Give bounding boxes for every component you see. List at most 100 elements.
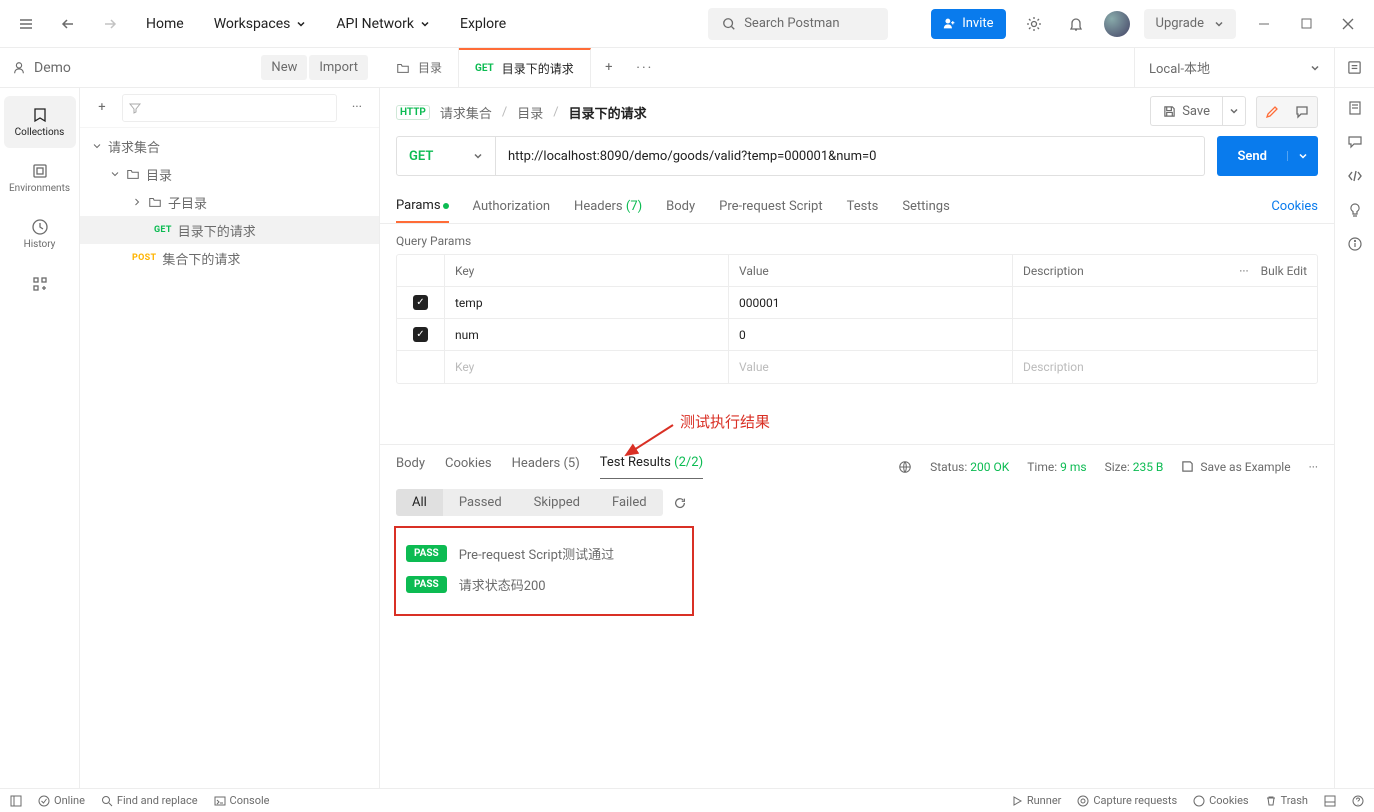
col-value: Value <box>729 255 1013 286</box>
tab-body[interactable]: Body <box>666 191 695 222</box>
environment-select[interactable]: Local-本地 <box>1134 48 1334 87</box>
send-dropdown[interactable] <box>1287 151 1318 161</box>
resp-more-icon[interactable]: ··· <box>1309 460 1318 474</box>
workspace-name[interactable]: Demo <box>12 60 71 76</box>
resp-tab-headers[interactable]: Headers (5) <box>512 456 580 479</box>
footer-panel-icon[interactable] <box>10 795 22 807</box>
tab-authorization[interactable]: Authorization <box>473 191 551 222</box>
tab-tests[interactable]: Tests <box>847 191 879 222</box>
tree-subfolder[interactable]: 子目录 <box>80 188 379 216</box>
env-quicklook-icon[interactable] <box>1334 48 1374 87</box>
tree-request[interactable]: POST 集合下的请求 <box>80 244 379 272</box>
footer-layout-icon[interactable] <box>1324 795 1336 807</box>
footer-find[interactable]: Find and replace <box>101 794 198 807</box>
param-key-input[interactable]: temp <box>445 287 729 318</box>
bulk-edit-link[interactable]: Bulk Edit <box>1261 264 1307 278</box>
http-badge: HTTP <box>396 105 430 120</box>
nav-explore[interactable]: Explore <box>452 10 514 38</box>
comments-icon[interactable] <box>1347 134 1363 150</box>
edit-icon[interactable] <box>1257 97 1287 127</box>
col-options-icon[interactable]: ··· <box>1239 264 1248 278</box>
save-button[interactable]: Save <box>1150 96 1222 126</box>
annotation-text: 测试执行结果 <box>680 411 770 432</box>
tab-method-badge: GET <box>475 63 494 74</box>
tab-folder[interactable]: 目录 <box>380 48 459 87</box>
breadcrumb-link[interactable]: 目录 <box>517 103 543 122</box>
filter-failed[interactable]: Failed <box>596 489 663 516</box>
footer-console[interactable]: Console <box>214 794 270 807</box>
forward-icon[interactable] <box>96 10 124 38</box>
code-icon[interactable] <box>1347 168 1363 184</box>
search-input[interactable]: Search Postman <box>708 8 888 40</box>
footer-cookies[interactable]: Cookies <box>1193 794 1248 807</box>
filter-skipped[interactable]: Skipped <box>518 489 596 516</box>
resp-tab-cookies[interactable]: Cookies <box>445 456 492 479</box>
resp-tab-body[interactable]: Body <box>396 456 425 479</box>
leftnav-environments[interactable]: Environments <box>4 152 76 204</box>
invite-button[interactable]: Invite <box>931 9 1005 39</box>
param-desc-placeholder[interactable]: Description <box>1013 351 1317 383</box>
param-key-placeholder[interactable]: Key <box>445 351 729 383</box>
footer-trash[interactable]: Trash <box>1265 794 1308 807</box>
param-value-input[interactable]: 0 <box>729 319 1013 350</box>
param-checkbox[interactable]: ✓ <box>413 327 428 342</box>
nav-api-network[interactable]: API Network <box>328 10 438 38</box>
filter-all[interactable]: All <box>396 489 443 516</box>
sidebar-more-icon[interactable]: ··· <box>343 94 371 122</box>
breadcrumb-link[interactable]: 请求集合 <box>440 103 492 122</box>
leftnav-configure[interactable] <box>4 264 76 304</box>
tree-request-selected[interactable]: GET 目录下的请求 <box>80 216 379 244</box>
notifications-icon[interactable] <box>1062 10 1090 38</box>
globe-icon[interactable] <box>898 460 912 474</box>
menu-icon[interactable] <box>12 10 40 38</box>
refresh-icon[interactable] <box>673 496 687 510</box>
tab-settings[interactable]: Settings <box>902 191 949 222</box>
filter-passed[interactable]: Passed <box>443 489 518 516</box>
tab-prerequest[interactable]: Pre-request Script <box>719 191 822 222</box>
breadcrumb: HTTP 请求集合/ 目录/ 目录下的请求 <box>396 103 647 122</box>
add-tab-button[interactable]: + <box>591 48 627 87</box>
send-button[interactable]: Send <box>1217 149 1287 164</box>
comment-icon[interactable] <box>1287 97 1317 127</box>
tab-request-active[interactable]: GET 目录下的请求 <box>459 48 591 87</box>
back-icon[interactable] <box>54 10 82 38</box>
param-value-placeholder[interactable]: Value <box>729 351 1013 383</box>
save-dropdown[interactable] <box>1222 96 1246 126</box>
import-button[interactable]: Import <box>309 55 368 80</box>
hint-icon[interactable] <box>1347 202 1363 218</box>
info-icon[interactable] <box>1347 236 1363 252</box>
nav-home[interactable]: Home <box>138 10 192 38</box>
docs-icon[interactable] <box>1347 100 1363 116</box>
avatar[interactable] <box>1104 11 1130 37</box>
size-label: Size: 235 B <box>1105 460 1164 474</box>
tab-params[interactable]: Params <box>396 190 449 223</box>
footer-capture[interactable]: Capture requests <box>1077 794 1177 807</box>
upgrade-button[interactable]: Upgrade <box>1144 9 1236 39</box>
param-desc-input[interactable] <box>1013 319 1317 350</box>
tree-folder[interactable]: 目录 <box>80 160 379 188</box>
param-desc-input[interactable] <box>1013 287 1317 318</box>
tree-collection[interactable]: 请求集合 <box>80 132 379 160</box>
add-collection-icon[interactable]: + <box>88 94 116 122</box>
param-checkbox[interactable]: ✓ <box>413 295 428 310</box>
param-key-input[interactable]: num <box>445 319 729 350</box>
cookies-link[interactable]: Cookies <box>1271 199 1318 214</box>
footer-help-icon[interactable] <box>1352 795 1364 807</box>
close-window-icon[interactable] <box>1334 10 1362 38</box>
footer-runner[interactable]: Runner <box>1011 794 1062 807</box>
new-button[interactable]: New <box>261 55 307 80</box>
method-select[interactable]: GET <box>396 136 496 176</box>
settings-icon[interactable] <box>1020 10 1048 38</box>
param-value-input[interactable]: 000001 <box>729 287 1013 318</box>
save-example-button[interactable]: Save as Example <box>1181 460 1290 474</box>
url-input[interactable]: http://localhost:8090/demo/goods/valid?t… <box>496 136 1205 176</box>
nav-workspaces[interactable]: Workspaces <box>206 10 315 38</box>
tab-headers[interactable]: Headers (7) <box>574 191 642 222</box>
maximize-icon[interactable] <box>1292 10 1320 38</box>
filter-input[interactable] <box>122 94 337 122</box>
tab-more-icon[interactable]: ··· <box>627 48 663 87</box>
footer-online[interactable]: Online <box>38 794 85 807</box>
leftnav-collections[interactable]: Collections <box>4 96 76 148</box>
leftnav-history[interactable]: History <box>4 208 76 260</box>
minimize-icon[interactable] <box>1250 10 1278 38</box>
